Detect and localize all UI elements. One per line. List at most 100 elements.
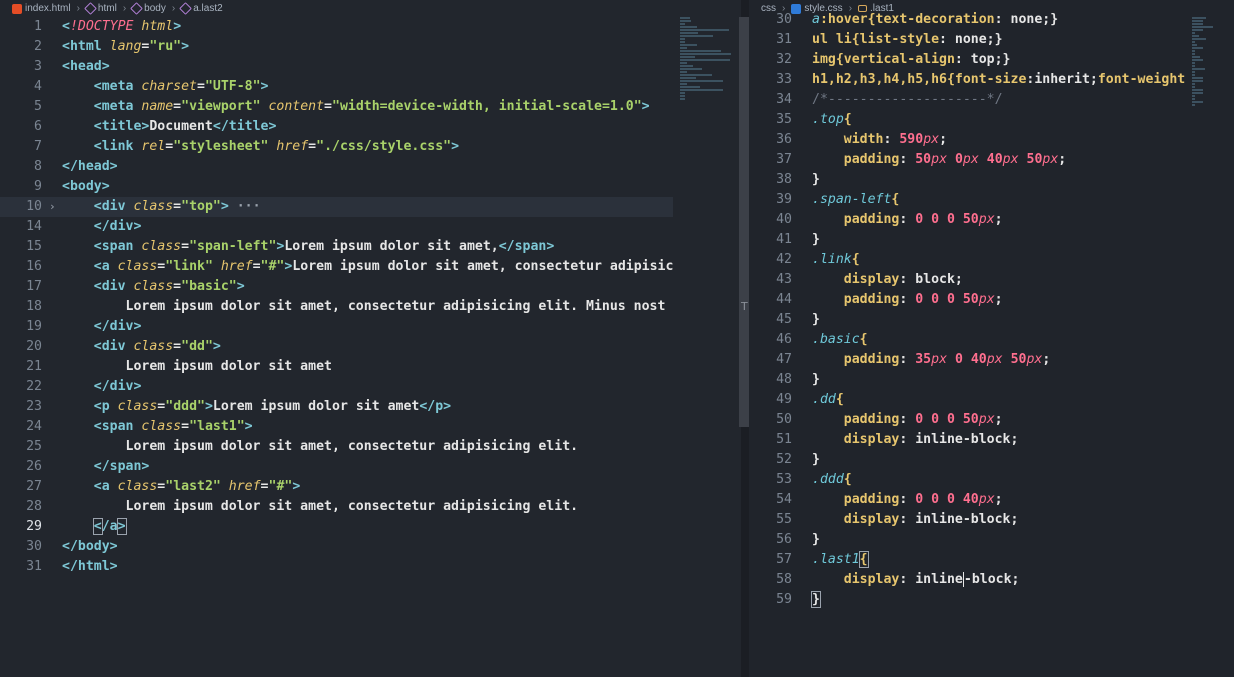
- right-editor-pane[interactable]: css › style.css › .last1 30 a:hover{text-…: [749, 0, 1234, 677]
- code-line[interactable]: 30 a:hover{text-decoration: none;}: [749, 10, 1186, 30]
- code-line[interactable]: 45}: [749, 310, 1186, 330]
- code-line[interactable]: 50 padding: 0 0 0 50px;: [749, 410, 1186, 430]
- code-line[interactable]: 48}: [749, 370, 1186, 390]
- code-line[interactable]: 23 <p class="ddd">Lorem ipsum dolor sit …: [0, 397, 673, 417]
- code-line[interactable]: 40 padding: 0 0 0 50px;: [749, 210, 1186, 230]
- breadcrumb-file[interactable]: index.html: [12, 3, 71, 14]
- code-token: <head>: [62, 59, 110, 74]
- code-line[interactable]: 53 .ddd{: [749, 470, 1186, 490]
- code-line[interactable]: 17 <div class="basic">: [0, 277, 673, 297]
- minimap-line: [1192, 26, 1213, 28]
- code-line[interactable]: 44 padding: 0 0 0 50px;: [749, 290, 1186, 310]
- code-text: }: [812, 530, 820, 550]
- code-line[interactable]: 9 <body>: [0, 177, 673, 197]
- code-line[interactable]: 35 .top{: [749, 110, 1186, 130]
- css-code-area[interactable]: 30 a:hover{text-decoration: none;} 31 ul li…: [749, 10, 1186, 670]
- code-line[interactable]: 22 </div>: [0, 377, 673, 397]
- breadcrumb-body[interactable]: body: [130, 2, 166, 15]
- code-line[interactable]: 15 <span class="span-left">Lorem ipsum d…: [0, 237, 673, 257]
- code-line[interactable]: 6 <title>Document</title>: [0, 117, 673, 137]
- fold-chevron-icon[interactable]: ›: [49, 197, 56, 217]
- html-file-icon: [12, 3, 22, 14]
- code-line[interactable]: 41}: [749, 230, 1186, 250]
- code-token: : none;}: [939, 32, 1003, 47]
- code-line[interactable]: 26 </span>: [0, 457, 673, 477]
- code-token: class: [141, 239, 182, 254]
- code-line[interactable]: 2 <html lang="ru">: [0, 37, 673, 57]
- code-token: :: [899, 292, 916, 307]
- code-line[interactable]: 36 width: 590px;: [749, 130, 1186, 150]
- code-line[interactable]: 24 <span class="last1">: [0, 417, 673, 437]
- code-token: >: [204, 399, 213, 414]
- code-line[interactable]: 8 </head>: [0, 157, 673, 177]
- code-line[interactable]: 43 display: block;: [749, 270, 1186, 290]
- code-line[interactable]: 42 .link{: [749, 250, 1186, 270]
- code-line[interactable]: 1 <!DOCTYPE html>: [0, 17, 673, 37]
- code-text: <head>: [62, 57, 110, 77]
- code-text: <!DOCTYPE html>: [62, 17, 181, 37]
- code-line[interactable]: 28 Lorem ipsum dolor sit amet, consectet…: [0, 497, 673, 517]
- code-line[interactable]: 31 </html>: [0, 557, 673, 577]
- scrollbar-thumb[interactable]: [739, 17, 749, 427]
- code-text: img{vertical-align: top;}: [812, 50, 1011, 70]
- code-line[interactable]: 25 Lorem ipsum dolor sit amet, consectet…: [0, 437, 673, 457]
- code-line[interactable]: 7 <link rel="stylesheet" href="./css/sty…: [0, 137, 673, 157]
- line-number: 24: [26, 419, 42, 434]
- code-line[interactable]: 31 ul li{list-style: none;}: [749, 30, 1186, 50]
- line-number: 41: [776, 232, 792, 247]
- code-line[interactable]: 10 › <div class="top"> ···: [0, 197, 673, 217]
- code-line[interactable]: 59}: [749, 590, 1186, 610]
- breadcrumb-html[interactable]: html: [84, 2, 117, 15]
- html-code-area[interactable]: 1 <!DOCTYPE html> 2 <html lang="ru"> 3 <head>…: [0, 17, 673, 677]
- left-editor-pane[interactable]: index.html › html › body › a.last2 1 <!DO…: [0, 0, 741, 677]
- code-line[interactable]: 52}: [749, 450, 1186, 470]
- code-line[interactable]: 46 .basic{: [749, 330, 1186, 350]
- code-line[interactable]: 27 <a class="last2" href="#">: [0, 477, 673, 497]
- minimap-line: [680, 41, 685, 43]
- code-line[interactable]: 16 <a class="link" href="#">Lorem ipsum …: [0, 257, 673, 277]
- code-token: ul li{: [812, 32, 860, 47]
- code-line[interactable]: 19 </div>: [0, 317, 673, 337]
- code-line[interactable]: 29 </a>: [0, 517, 673, 537]
- code-token: font-size: [954, 72, 1027, 87]
- code-token: =: [165, 139, 174, 154]
- minimap-line: [1192, 23, 1203, 25]
- code-line[interactable]: 54 padding: 0 0 0 40px;: [749, 490, 1186, 510]
- code-line[interactable]: 39 .span-left{: [749, 190, 1186, 210]
- code-token: padding: [843, 152, 900, 167]
- code-line[interactable]: 38}: [749, 170, 1186, 190]
- minimap[interactable]: [1192, 17, 1232, 127]
- code-line[interactable]: 5 <meta name="viewport" content="width=d…: [0, 97, 673, 117]
- minimap-line: [680, 59, 731, 61]
- code-line[interactable]: 4 <meta charset="UTF-8">: [0, 77, 673, 97]
- code-line[interactable]: 20 <div class="dd">: [0, 337, 673, 357]
- code-token: : inline: [899, 572, 963, 587]
- code-token: href: [228, 479, 261, 494]
- code-token: :: [899, 212, 916, 227]
- code-line[interactable]: 18 Lorem ipsum dolor sit amet, consectet…: [0, 297, 673, 317]
- code-line[interactable]: 21 Lorem ipsum dolor sit amet: [0, 357, 673, 377]
- code-line[interactable]: 51 display: inline-block;: [749, 430, 1186, 450]
- code-line[interactable]: 58 display: inline-block;: [749, 570, 1186, 590]
- minimap-line: [680, 56, 696, 58]
- code-text: <p class="ddd">Lorem ipsum dolor sit ame…: [62, 397, 451, 417]
- code-line[interactable]: 34 /*--------------------*/: [749, 90, 1186, 110]
- breadcrumb-a-last2[interactable]: a.last2: [179, 2, 223, 15]
- code-line[interactable]: 57 .last1{: [749, 550, 1186, 570]
- code-text: <span class="last1">: [62, 417, 253, 437]
- code-line[interactable]: 32 img{vertical-align: top;}: [749, 50, 1186, 70]
- code-line[interactable]: 14 </div>: [0, 217, 673, 237]
- code-line[interactable]: 30 </body>: [0, 537, 673, 557]
- code-text: display: inline-block;: [812, 510, 1019, 530]
- drag-handle-icon[interactable]: T: [741, 300, 748, 314]
- code-line[interactable]: 47 padding: 35px 0 40px 50px;: [749, 350, 1186, 370]
- code-line[interactable]: 55 display: inline-block;: [749, 510, 1186, 530]
- code-line[interactable]: 49 .dd{: [749, 390, 1186, 410]
- code-line[interactable]: 37 padding: 50px 0px 40px 50px;: [749, 150, 1186, 170]
- minimap[interactable]: [680, 17, 740, 100]
- code-token: "stylesheet": [173, 139, 277, 154]
- code-line[interactable]: 3 <head>: [0, 57, 673, 77]
- code-line[interactable]: 33 h1,h2,h3,h4,h5,h6{font-size:inherit;fo…: [749, 70, 1186, 90]
- code-line[interactable]: 56}: [749, 530, 1186, 550]
